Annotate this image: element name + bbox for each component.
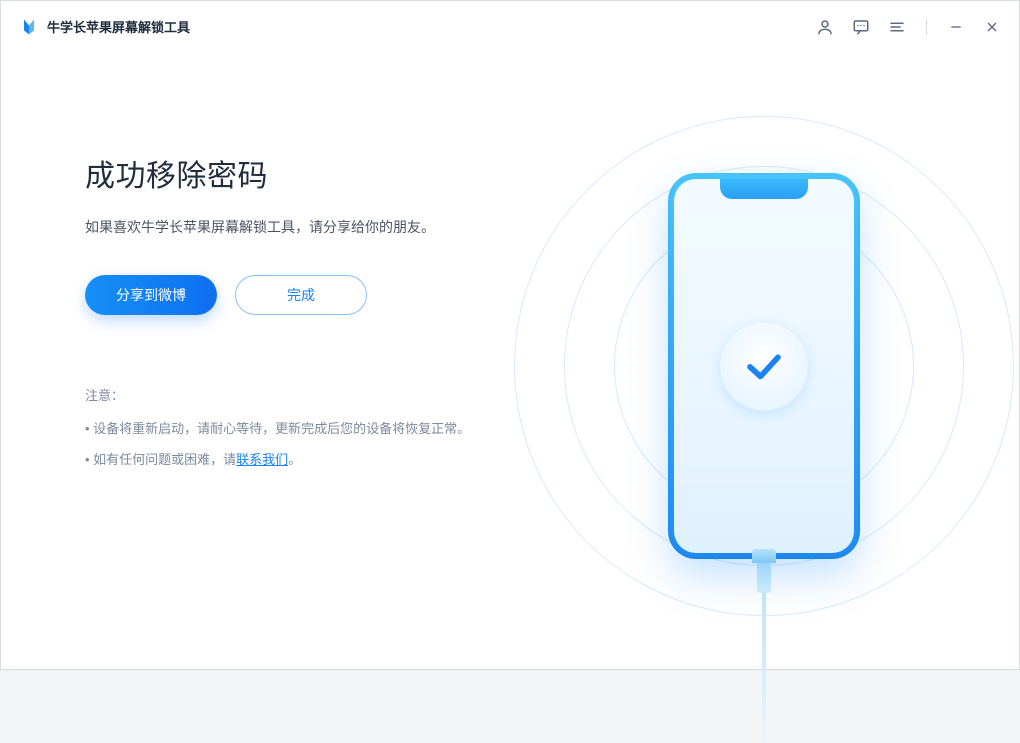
titlebar-actions [816, 18, 1001, 36]
page-subline: 如果喜欢牛学长苹果屏幕解锁工具，请分享给你的朋友。 [85, 217, 565, 237]
illustration-panel [565, 93, 963, 639]
share-button[interactable]: 分享到微博 [85, 275, 217, 315]
note-2-prefix: • 如有任何问题或困难，请 [85, 452, 236, 467]
app-title: 牛学长苹果屏幕解锁工具 [47, 17, 190, 36]
phone-notch [720, 179, 808, 199]
notes-title: 注意： [85, 385, 565, 404]
close-icon[interactable] [983, 18, 1001, 36]
notes-section: 注意： • 设备将重新启动，请耐心等待，更新完成后您的设备将恢复正常。 • 如有… [85, 385, 565, 468]
user-icon[interactable] [816, 18, 834, 36]
page-headline: 成功移除密码 [85, 151, 565, 195]
app-window: 牛学长苹果屏幕解锁工具 [0, 0, 1020, 670]
success-check-icon [719, 321, 809, 411]
titlebar: 牛学长苹果屏幕解锁工具 [1, 1, 1019, 53]
feedback-icon[interactable] [852, 18, 870, 36]
done-button[interactable]: 完成 [235, 275, 367, 315]
menu-icon[interactable] [888, 18, 906, 36]
left-panel: 成功移除密码 如果喜欢牛学长苹果屏幕解锁工具，请分享给你的朋友。 分享到微博 完… [85, 93, 565, 639]
contact-us-link[interactable]: 联系我们 [236, 452, 288, 467]
button-row: 分享到微博 完成 [85, 275, 565, 315]
note-line-2: • 如有任何问题或困难，请联系我们。 [85, 449, 565, 468]
note-line-1: • 设备将重新启动，请耐心等待，更新完成后您的设备将恢复正常。 [85, 418, 565, 437]
phone-screen [674, 179, 854, 553]
titlebar-separator [926, 19, 927, 35]
phone-cable [749, 549, 779, 739]
phone-illustration [668, 173, 860, 559]
phone-frame [668, 173, 860, 559]
content-area: 成功移除密码 如果喜欢牛学长苹果屏幕解锁工具，请分享给你的朋友。 分享到微博 完… [1, 53, 1019, 669]
minimize-icon[interactable] [947, 18, 965, 36]
note-2-suffix: 。 [288, 452, 301, 467]
app-logo-icon [19, 17, 39, 37]
